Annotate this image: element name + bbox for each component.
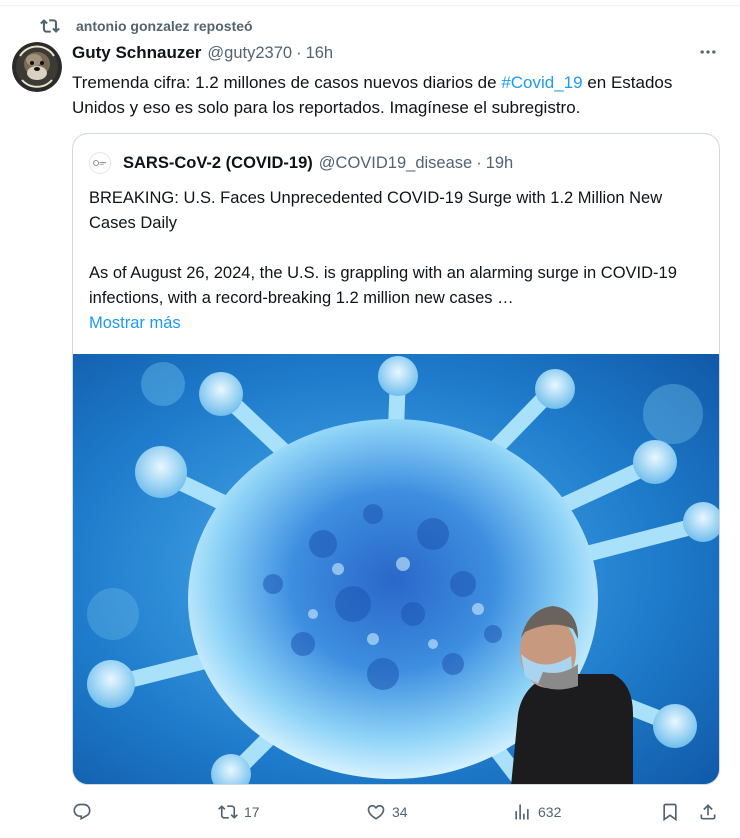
views-icon (515, 804, 529, 820)
top-divider (0, 0, 740, 6)
show-more-link[interactable]: Mostrar más (89, 311, 699, 336)
quote-author-handle[interactable]: @COVID19_disease (319, 154, 472, 173)
quote-headline: BREAKING: U.S. Faces Unprecedented COVID… (89, 189, 663, 232)
quote-time[interactable]: 19h (486, 154, 514, 173)
tweet-text-before: Tremenda cifra: 1.2 millones de casos nu… (72, 73, 502, 92)
retweet-count: 17 (244, 804, 260, 820)
quote-media-image[interactable] (73, 354, 719, 784)
hashtag-link[interactable]: #Covid_19 (501, 73, 582, 92)
retweet-icon (218, 805, 238, 819)
quote-author-name[interactable]: SARS-CoV-2 (COVID-19) (123, 154, 313, 173)
quote-avatar[interactable] (89, 152, 111, 174)
separator-dot: · (296, 43, 302, 62)
bookmark-button[interactable] (660, 802, 680, 822)
views-button[interactable]: 632 (512, 802, 561, 822)
tweet-time[interactable]: 16h (306, 44, 334, 63)
reply-button[interactable] (72, 802, 92, 822)
author-name[interactable]: Guty Schnauzer (72, 43, 201, 63)
quote-text: As of August 26, 2024, the U.S. is grapp… (89, 264, 677, 307)
repost-indicator[interactable]: antonio gonzalez reposteó (40, 14, 253, 38)
like-button[interactable]: 34 (366, 802, 408, 822)
avatar[interactable] (12, 42, 62, 92)
quote-header: SARS-CoV-2 (COVID-19) @COVID19_disease ·… (89, 152, 513, 174)
retweet-button[interactable]: 17 (218, 802, 260, 822)
quoted-tweet[interactable]: SARS-CoV-2 (COVID-19) @COVID19_disease ·… (72, 133, 720, 785)
bookmark-icon (663, 803, 677, 822)
share-icon (700, 804, 716, 820)
tweet-actions: 17 34 632 (72, 800, 728, 828)
heart-icon (367, 804, 385, 820)
like-count: 34 (392, 804, 408, 820)
quote-separator-dot: · (476, 153, 482, 172)
share-button[interactable] (698, 802, 718, 822)
more-button[interactable] (698, 42, 718, 67)
tweet-header: Guty Schnauzer @guty2370 · 16h (72, 40, 728, 66)
author-handle[interactable]: @guty2370 (207, 44, 292, 63)
tweet-text: Tremenda cifra: 1.2 millones de casos nu… (72, 70, 722, 120)
reply-icon (73, 803, 91, 821)
more-icon (700, 50, 716, 54)
tweet: Guty Schnauzer @guty2370 · 16h Tremenda … (72, 40, 728, 120)
quote-body: BREAKING: U.S. Faces Unprecedented COVID… (89, 186, 699, 336)
views-count: 632 (538, 804, 562, 820)
repost-text: antonio gonzalez reposteó (76, 18, 253, 34)
repost-icon (40, 19, 60, 33)
